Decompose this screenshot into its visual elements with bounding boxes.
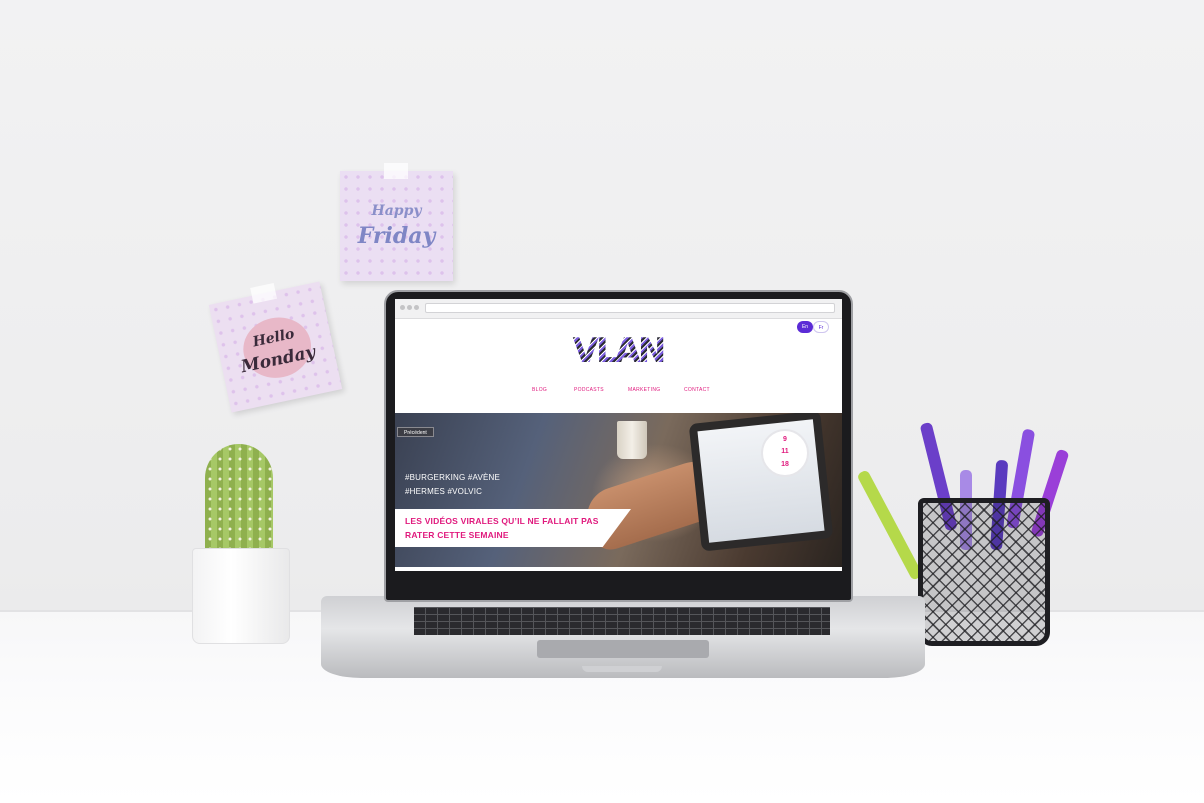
hero-headline-line2[interactable]: RATER CETTE SEMAINE (405, 530, 635, 540)
hero-photo-tablet (688, 413, 834, 552)
hero-banner[interactable]: Précédent 9 11 18 #BURGERKING #AVÈNE #HE… (395, 413, 842, 567)
window-maximize-icon[interactable] (414, 305, 419, 310)
desk-scene: Happy Friday Hello Monday En Fr VLAN BLO… (0, 0, 1204, 803)
hero-tags-line2: #HERMES #VOLVIC (405, 487, 483, 496)
hero-tags-line1: #BURGERKING #AVÈNE (405, 473, 501, 482)
hero-photo-mug (617, 421, 647, 459)
lang-toggle-en[interactable]: En (797, 321, 813, 333)
laptop-trackpad (537, 640, 709, 658)
mesh-pen-holder (918, 498, 1050, 646)
date-month: 11 (781, 448, 789, 455)
laptop-notch (582, 666, 662, 672)
nav-item-blog[interactable]: BLOG (532, 387, 547, 393)
date-day: 9 (783, 436, 787, 443)
date-badge: 9 11 18 (761, 429, 809, 477)
address-bar[interactable] (425, 303, 835, 313)
sticky-note-happy-friday: Happy Friday (340, 163, 453, 281)
laptop-keyboard (414, 607, 830, 635)
nav-item-contact[interactable]: CONTACT (684, 387, 710, 393)
note-tape (384, 163, 408, 179)
cactus-plant (205, 444, 273, 558)
window-close-icon[interactable] (400, 305, 405, 310)
headline-box (395, 509, 631, 547)
date-year: 18 (781, 461, 789, 468)
sticky-note-hello-monday: Hello Monday (208, 281, 343, 413)
window-minimize-icon[interactable] (407, 305, 412, 310)
laptop-screen: En Fr VLAN BLOG PODCASTS MARKETING CONTA… (395, 299, 842, 571)
previous-button[interactable]: Précédent (397, 427, 434, 437)
note-text-happy: Happy (371, 203, 422, 219)
lang-toggle-fr[interactable]: Fr (813, 321, 829, 333)
nav-item-podcasts[interactable]: PODCASTS (574, 387, 604, 393)
pen-lime (856, 469, 924, 581)
browser-toolbar (395, 299, 842, 319)
cactus-pot (192, 548, 290, 644)
hero-headline-line1[interactable]: LES VIDÉOS VIRALES QU’IL NE FALLAIT PAS (405, 516, 635, 526)
note-text-friday: Friday (357, 223, 436, 249)
site-logo[interactable]: VLAN (570, 333, 667, 369)
main-nav: BLOG PODCASTS MARKETING CONTACT (395, 387, 842, 397)
nav-item-marketing[interactable]: MARKETING (628, 387, 660, 393)
